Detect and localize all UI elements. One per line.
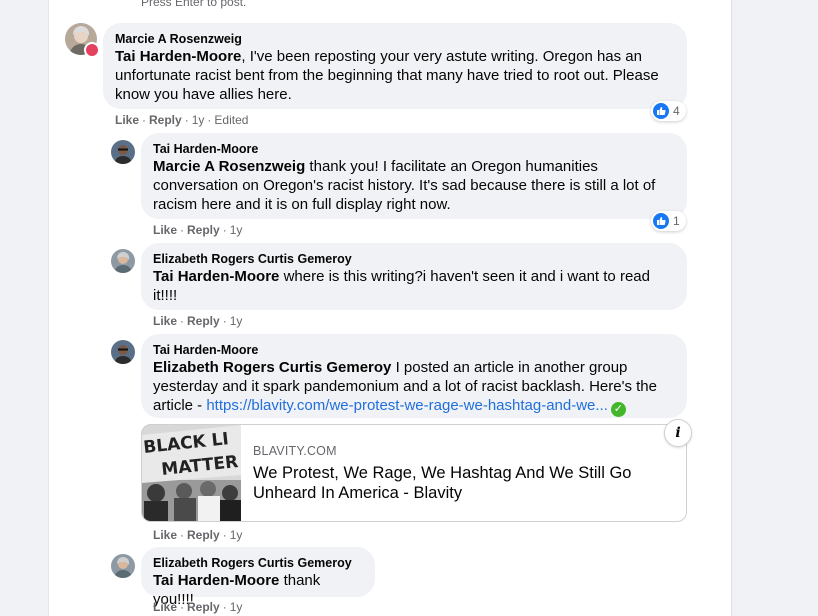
comment-bubble: Elizabeth Rogers Curtis Gemeroy Tai Hard… bbox=[141, 547, 375, 608]
comment-actions: Like · Reply · 1y bbox=[153, 223, 243, 237]
like-button[interactable]: Like bbox=[153, 600, 177, 614]
article-link[interactable]: https://blavity.com/we-protest-we-rage-w… bbox=[206, 397, 608, 414]
post-hint: Press Enter to post. bbox=[141, 0, 247, 9]
comment-bubble: Marcie A Rosenzweig Tai Harden-Moore, I'… bbox=[103, 23, 687, 109]
like-button[interactable]: Like bbox=[153, 223, 177, 237]
thumbs-up-icon bbox=[653, 213, 669, 229]
comment-actions: Like · Reply · 1y bbox=[153, 314, 243, 328]
reaction-summary[interactable]: 1 bbox=[651, 211, 686, 231]
comment-text: Tai Harden-Moore where is this writing?i… bbox=[153, 267, 675, 305]
comment-bubble: Tai Harden-Moore Elizabeth Rogers Curtis… bbox=[141, 334, 687, 418]
edited-label: Edited bbox=[214, 113, 249, 127]
comment-author[interactable]: Elizabeth Rogers Curtis Gemeroy bbox=[153, 555, 363, 571]
reply-button[interactable]: Reply bbox=[187, 223, 220, 237]
reply-button[interactable]: Reply bbox=[187, 314, 220, 328]
comment-bubble: Tai Harden-Moore Marcie A Rosenzweig tha… bbox=[141, 133, 687, 219]
reaction-summary[interactable]: 4 bbox=[651, 101, 686, 121]
like-button[interactable]: Like bbox=[153, 528, 177, 542]
timestamp[interactable]: 1y bbox=[230, 528, 243, 542]
mention[interactable]: Tai Harden-Moore bbox=[115, 48, 241, 65]
comment-text: Elizabeth Rogers Curtis Gemeroy I posted… bbox=[153, 358, 675, 417]
comment-author[interactable]: Marcie A Rosenzweig bbox=[115, 31, 675, 47]
reply-button[interactable]: Reply bbox=[187, 528, 220, 542]
timestamp[interactable]: 1y bbox=[230, 314, 243, 328]
mention[interactable]: Tai Harden-Moore bbox=[153, 268, 279, 285]
avatar[interactable] bbox=[111, 140, 135, 164]
reply-button[interactable]: Reply bbox=[149, 113, 182, 127]
timestamp[interactable]: 1y bbox=[192, 113, 205, 127]
thumbs-up-icon bbox=[653, 103, 669, 119]
comment-author[interactable]: Tai Harden-Moore bbox=[153, 141, 675, 157]
article-thumbnail[interactable]: BLACK LI MATTER bbox=[142, 425, 241, 521]
comment-text: Tai Harden-Moore, I've been reposting yo… bbox=[115, 47, 675, 104]
status-badge bbox=[84, 42, 100, 58]
avatar[interactable] bbox=[111, 554, 135, 578]
reaction-count: 4 bbox=[673, 104, 680, 118]
mention[interactable]: Tai Harden-Moore bbox=[153, 572, 279, 589]
comment-actions: Like · Reply · 1y · Edited bbox=[115, 113, 249, 127]
mention[interactable]: Elizabeth Rogers Curtis Gemeroy bbox=[153, 359, 391, 376]
mention[interactable]: Marcie A Rosenzweig bbox=[153, 158, 305, 175]
link-preview-card[interactable]: BLACK LI MATTER BLAVITY.COM We Protest, … bbox=[141, 424, 687, 522]
card-title[interactable]: We Protest, We Rage, We Hashtag And We S… bbox=[253, 463, 653, 503]
comment-author[interactable]: Elizabeth Rogers Curtis Gemeroy bbox=[153, 251, 675, 267]
comment-actions: Like · Reply · 1y bbox=[153, 528, 243, 542]
reply-button[interactable]: Reply bbox=[187, 600, 220, 614]
comment-bubble: Elizabeth Rogers Curtis Gemeroy Tai Hard… bbox=[141, 243, 687, 310]
comment-actions: Like · Reply · 1y bbox=[153, 600, 243, 614]
info-icon[interactable]: i bbox=[664, 419, 692, 447]
like-button[interactable]: Like bbox=[115, 113, 139, 127]
comment-text: Marcie A Rosenzweig thank you! I facilit… bbox=[153, 157, 675, 214]
reaction-count: 1 bbox=[673, 214, 680, 228]
avatar[interactable] bbox=[111, 340, 135, 364]
avatar[interactable] bbox=[111, 249, 135, 273]
timestamp[interactable]: 1y bbox=[230, 223, 243, 237]
comment-author[interactable]: Tai Harden-Moore bbox=[153, 342, 675, 358]
timestamp[interactable]: 1y bbox=[230, 600, 243, 614]
verified-check-icon: ✓ bbox=[610, 402, 626, 417]
card-domain: BLAVITY.COM bbox=[253, 444, 337, 458]
like-button[interactable]: Like bbox=[153, 314, 177, 328]
